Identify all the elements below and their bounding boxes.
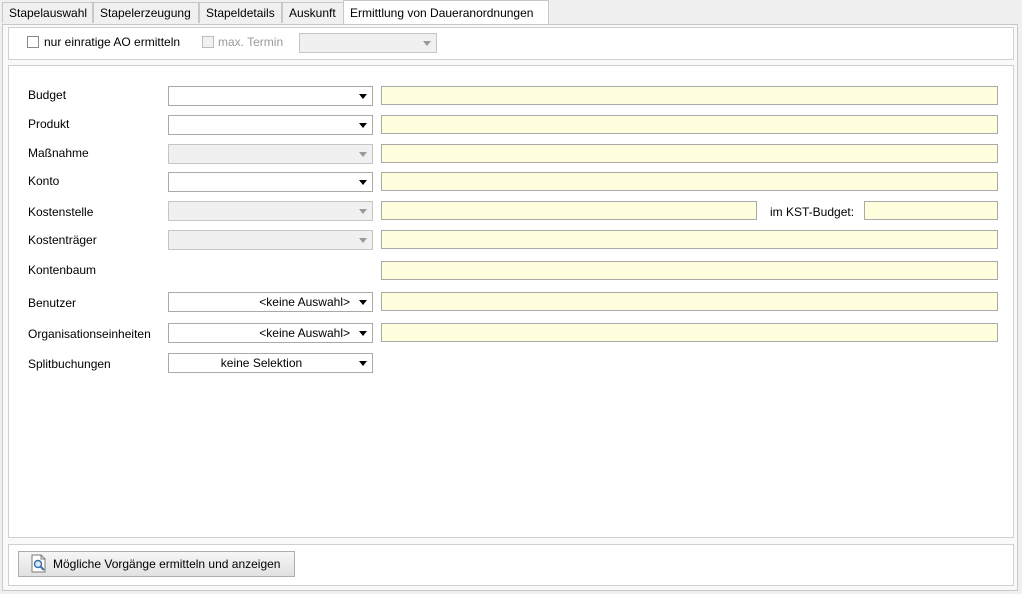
benutzer-text-field[interactable] [381,292,998,311]
kostenstelle-select[interactable] [168,201,373,221]
search-button[interactable]: Mögliche Vorgänge ermitteln und anzeigen [18,551,295,577]
budget-select[interactable] [168,86,373,106]
tab-stapeldetails[interactable]: Stapeldetails [199,2,282,23]
benutzer-select[interactable]: <keine Auswahl> [168,292,373,312]
massnahme-select[interactable] [168,144,373,164]
produkt-select[interactable] [168,115,373,135]
splitbuchungen-select[interactable]: keine Selektion [168,353,373,373]
chevron-down-icon [354,324,372,342]
splitbuchungen-label: Splitbuchungen [28,357,111,371]
produkt-text-field[interactable] [381,115,998,134]
konto-text-field[interactable] [381,172,998,191]
produkt-label: Produkt [28,117,70,131]
chevron-down-icon [418,34,436,52]
benutzer-value: <keine Auswahl> [259,295,350,309]
konto-select[interactable] [168,172,373,192]
kontenbaum-label: Kontenbaum [28,263,97,277]
chevron-down-icon [354,87,372,105]
tab-stapelauswahl[interactable]: Stapelauswahl [2,2,93,23]
massnahme-text-field[interactable] [381,144,998,163]
kostentraeger-select[interactable] [168,230,373,250]
tab-ermittlung-daueranordnungen[interactable]: Ermittlung von Daueranordnungen [343,0,549,24]
kostenstelle-text-field[interactable] [381,201,757,220]
chevron-down-icon [354,354,372,372]
kostentraeger-label: Kostenträger [28,233,97,247]
organisationseinheiten-text-field[interactable] [381,323,998,342]
chevron-down-icon [354,145,372,163]
organisationseinheiten-value: <keine Auswahl> [259,326,350,340]
kostenstelle-label: Kostenstelle [28,205,94,219]
max-termin-checkbox[interactable] [202,36,214,48]
kst-budget-field[interactable] [864,201,998,220]
search-button-label: Mögliche Vorgänge ermitteln und anzeigen [53,557,281,571]
kostentraeger-text-field[interactable] [381,230,998,249]
organisationseinheiten-select[interactable]: <keine Auswahl> [168,323,373,343]
tab-stapelerzeugung[interactable]: Stapelerzeugung [93,2,199,23]
einratige-checkbox[interactable] [27,36,39,48]
document-search-icon [29,554,49,574]
tab-auskunft[interactable]: Auskunft [282,2,344,23]
max-termin-select[interactable] [299,33,437,53]
kontenbaum-text-field[interactable] [381,261,998,280]
chevron-down-icon [354,202,372,220]
organisationseinheiten-label: Organisationseinheiten [28,327,151,341]
chevron-down-icon [354,293,372,311]
chevron-down-icon [354,116,372,134]
kst-budget-label: im KST-Budget: [770,205,855,219]
chevron-down-icon [354,173,372,191]
konto-label: Konto [28,174,60,188]
budget-text-field[interactable] [381,86,998,105]
einratige-label: nur einratige AO ermitteln [44,35,181,49]
chevron-down-icon [354,231,372,249]
max-termin-label: max. Termin [218,35,284,49]
massnahme-label: Maßnahme [28,146,89,160]
budget-label: Budget [28,88,67,102]
splitbuchungen-value: keine Selektion [220,356,303,370]
benutzer-label: Benutzer [28,296,77,310]
